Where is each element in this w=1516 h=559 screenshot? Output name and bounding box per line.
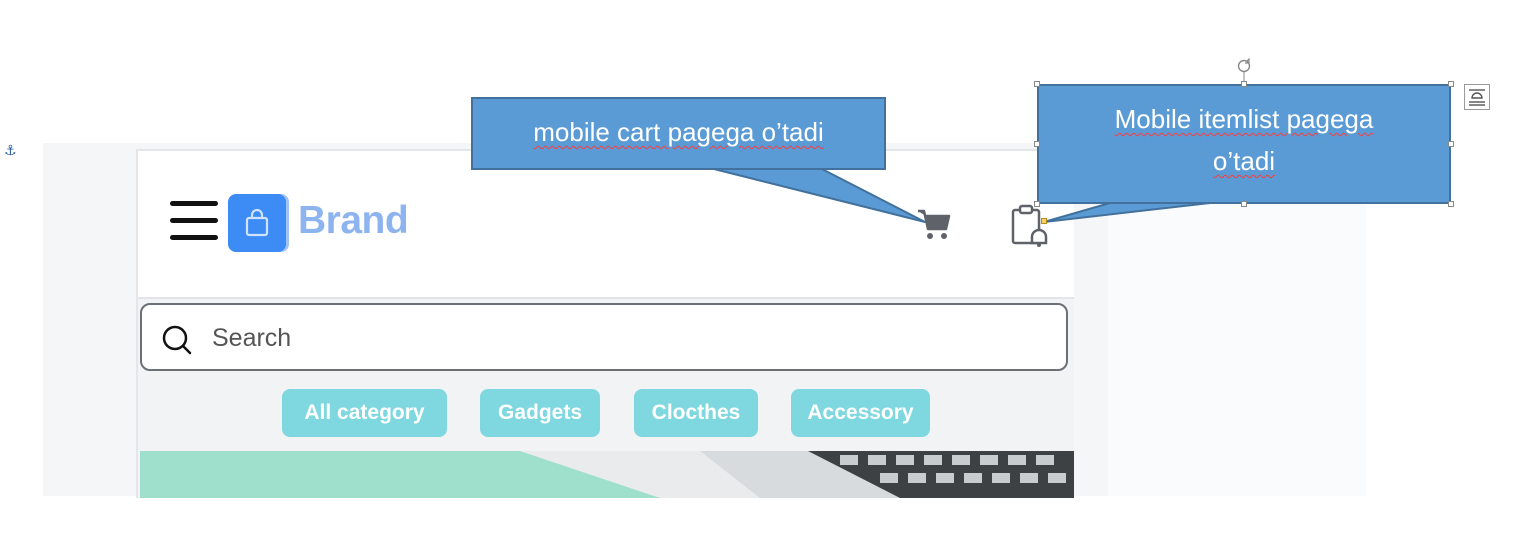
cart-callout[interactable]: mobile cart pagega o’tadi [471, 97, 886, 170]
resize-handle[interactable] [1034, 201, 1040, 207]
resize-handle[interactable] [1448, 81, 1454, 87]
text-wrap-icon[interactable] [1464, 84, 1490, 110]
cart-callout-text: mobile cart pagega o’tadi [533, 117, 824, 147]
resize-handle[interactable] [1034, 81, 1040, 87]
itemlist-callout-line1: Mobile itemlist pagega [1114, 104, 1374, 134]
tail-adjust-handle[interactable] [1041, 218, 1047, 224]
resize-handle[interactable] [1034, 141, 1040, 147]
resize-handle[interactable] [1448, 201, 1454, 207]
itemlist-callout[interactable]: Mobile itemlist pagega o’tadi [1037, 84, 1451, 204]
rotate-handle-icon[interactable] [1236, 58, 1252, 82]
itemlist-callout-line2: o’tadi [1212, 146, 1276, 176]
resize-handle[interactable] [1448, 141, 1454, 147]
resize-handle[interactable] [1241, 201, 1247, 207]
